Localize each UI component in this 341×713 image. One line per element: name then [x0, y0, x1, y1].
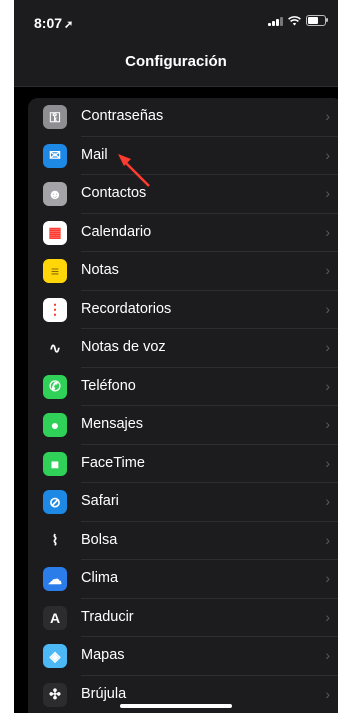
settings-row-label: Recordatorios: [81, 300, 172, 317]
battery-icon: [306, 15, 328, 26]
settings-row-weather[interactable]: ☁ Clima ›: [28, 560, 338, 599]
chevron-right-icon: ›: [325, 416, 330, 432]
navigation-bar: Configuración: [14, 40, 338, 87]
chevron-right-icon: ›: [325, 608, 330, 625]
page-title: Configuración: [125, 53, 227, 70]
settings-row-facetime[interactable]: ■ FaceTime ›: [28, 445, 338, 483]
chevron-right-icon: ›: [325, 454, 330, 471]
settings-row-label: Bolsa: [81, 531, 118, 548]
chevron-right-icon: ›: [325, 531, 330, 548]
settings-row-label: Notas de voz: [81, 339, 166, 355]
settings-row-label: FaceTime: [81, 454, 145, 471]
key-icon: ⚿: [43, 105, 67, 129]
chevron-right-icon: ›: [325, 108, 330, 124]
settings-row-label: Traducir: [81, 608, 134, 625]
status-bar: 8:07 ➚: [14, 0, 338, 40]
contacts-icon: ☻: [43, 182, 67, 206]
chevron-right-icon: ›: [325, 685, 330, 702]
reminders-icon: ⋮: [43, 297, 67, 322]
home-indicator[interactable]: [120, 704, 232, 708]
settings-row-maps[interactable]: ◈ Mapas ›: [28, 637, 338, 676]
voice-memos-icon: ∿: [43, 336, 67, 360]
translate-icon: A: [43, 605, 67, 630]
notes-icon: ≡: [43, 259, 67, 283]
messages-icon: ●: [43, 413, 67, 437]
facetime-icon: ■: [43, 451, 67, 476]
settings-row-label: Calendario: [81, 223, 152, 240]
calendar-icon: ▦: [43, 220, 67, 245]
settings-row-key[interactable]: ⚿ Contraseñas ›: [28, 98, 338, 137]
chevron-right-icon: ›: [325, 647, 330, 663]
status-icons: [268, 15, 328, 26]
settings-row-translate[interactable]: A Traducir ›: [28, 599, 338, 637]
settings-row-label: Mail: [81, 146, 108, 163]
settings-row-calendar[interactable]: ▦ Calendario ›: [28, 214, 338, 252]
settings-row-label: Teléfono: [81, 377, 136, 394]
settings-list: ⚿ Contraseñas › ✉ Mail › ☻ Contactos › ▦ Calendari…: [28, 98, 338, 713]
settings-row-phone[interactable]: ✆ Teléfono ›: [28, 368, 338, 406]
chevron-right-icon: ›: [325, 377, 330, 394]
weather-icon: ☁: [43, 567, 67, 591]
settings-row-stocks[interactable]: ⌇ Bolsa ›: [28, 522, 338, 560]
chevron-right-icon: ›: [325, 223, 330, 240]
settings-row-safari[interactable]: ⊘ Safari ›: [28, 483, 338, 522]
compass-icon: ✣: [43, 682, 67, 707]
safari-icon: ⊘: [43, 490, 67, 514]
settings-row-label: Notas: [81, 262, 119, 278]
phone-screen: 8:07 ➚ Configuración ⚿ Contraseñas › ✉ Mail › ☻…: [14, 0, 338, 713]
chevron-right-icon: ›: [325, 185, 330, 201]
chevron-right-icon: ›: [325, 300, 330, 317]
stocks-icon: ⌇: [43, 528, 67, 553]
cellular-signal-icon: [268, 16, 283, 26]
settings-row-label: Contactos: [81, 185, 147, 201]
settings-row-label: Mapas: [81, 647, 125, 663]
location-icon: ➚: [64, 19, 74, 31]
settings-row-messages[interactable]: ● Mensajes ›: [28, 406, 338, 445]
settings-row-reminders[interactable]: ⋮ Recordatorios ›: [28, 291, 338, 329]
wifi-icon: [288, 15, 301, 25]
settings-row-label: Safari: [81, 493, 119, 509]
settings-row-notes[interactable]: ≡ Notas ›: [28, 252, 338, 291]
settings-row-mail[interactable]: ✉ Mail ›: [28, 137, 338, 175]
time-text: 8:07: [34, 15, 63, 31]
status-time: 8:07 ➚: [34, 15, 73, 31]
settings-row-voice-memos[interactable]: ∿ Notas de voz ›: [28, 329, 338, 368]
settings-row-label: Contraseñas: [81, 108, 164, 124]
chevron-right-icon: ›: [325, 339, 330, 355]
settings-row-label: Clima: [81, 570, 119, 586]
settings-row-label: Brújula: [81, 685, 127, 702]
settings-row-contacts[interactable]: ☻ Contactos ›: [28, 175, 338, 214]
chevron-right-icon: ›: [325, 493, 330, 509]
mail-icon: ✉: [43, 143, 67, 168]
maps-icon: ◈: [43, 644, 67, 668]
chevron-right-icon: ›: [325, 570, 330, 586]
chevron-right-icon: ›: [325, 262, 330, 278]
chevron-right-icon: ›: [325, 146, 330, 163]
settings-row-label: Mensajes: [81, 416, 144, 432]
phone-icon: ✆: [43, 374, 67, 399]
